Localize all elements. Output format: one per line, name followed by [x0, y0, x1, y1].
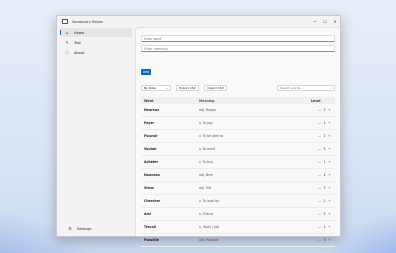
table-body: Heureux adj. Happy — 3 + Payer v. To pay…: [141, 104, 335, 247]
sidebar-item-label: Test: [74, 40, 81, 45]
level-cell: — 2 +: [287, 134, 335, 138]
level-cell: — 5 +: [287, 212, 335, 216]
level-cell: — 1 +: [287, 225, 335, 229]
word-cell: Pouvoir: [144, 134, 158, 138]
increment-level-button[interactable]: +: [327, 173, 332, 177]
sidebar-item-test[interactable]: ✎ Test: [60, 38, 132, 47]
header-meaning: Meaning: [199, 98, 215, 103]
main-content: Add By Date ⌄ Export CSV Import CSV Sear…: [135, 27, 340, 247]
word-cell: Ami: [144, 212, 151, 216]
word-cell: Acheter: [144, 160, 159, 164]
minimize-button[interactable]: —: [310, 16, 320, 27]
meaning-cell: adj. New: [199, 173, 213, 177]
vocabulary-table: Word Meaning Level Heureux adj. Happy — …: [141, 97, 335, 247]
table-row: Pouvoir v. To be able to — 2 +: [141, 130, 335, 143]
level-cell: — 1 +: [287, 160, 335, 164]
table-row: Payer v. To pay — 1 +: [141, 117, 335, 130]
increment-level-button[interactable]: +: [327, 199, 332, 203]
header-word: Word: [144, 98, 154, 103]
increment-level-button[interactable]: +: [327, 147, 332, 151]
level-cell: — 2 +: [287, 199, 335, 203]
search-icon: ⌕: [330, 85, 332, 90]
search-input[interactable]: Search words... ⌕: [277, 84, 335, 91]
home-icon: ⌂: [65, 30, 69, 35]
level-cell: — 5 +: [287, 147, 335, 151]
word-cell: Chercher: [144, 199, 161, 203]
increment-level-button[interactable]: +: [327, 134, 332, 138]
increment-level-button[interactable]: +: [327, 121, 332, 125]
table-row: Travail n. Work / Job — 1 +: [141, 221, 335, 234]
word-cell: Nouveau: [144, 173, 160, 177]
sidebar: ⌂ Home ✎ Test ⓘ About ⚙ Settings: [57, 27, 135, 236]
word-cell: Heureux: [144, 108, 160, 112]
level-cell: — 3 +: [287, 238, 335, 242]
sidebar-item-settings[interactable]: ⚙ Settings: [63, 224, 135, 233]
meaning-cell: v. To be able to: [199, 134, 224, 138]
sidebar-item-home[interactable]: ⌂ Home: [60, 28, 132, 37]
level-cell: — 3 +: [287, 108, 335, 112]
word-cell: Vouloir: [144, 147, 157, 151]
meaning-cell: adj. Possible: [199, 238, 219, 242]
meaning-cell: n. Friend: [199, 212, 213, 216]
word-cell: Possible: [144, 238, 159, 242]
app-window: Vocabulary Helper — ☐ ✕ ⌂ Home ✎ Test ⓘ …: [56, 15, 341, 247]
meaning-cell: v. To buy: [199, 160, 213, 164]
search-placeholder: Search words...: [280, 85, 304, 90]
gear-icon: ⚙: [68, 226, 72, 231]
sidebar-item-label: About: [74, 50, 85, 55]
increment-level-button[interactable]: +: [327, 186, 332, 190]
increment-level-button[interactable]: +: [327, 212, 332, 216]
import-csv-button[interactable]: Import CSV: [203, 84, 227, 91]
add-button[interactable]: Add: [141, 69, 151, 75]
increment-level-button[interactable]: +: [327, 108, 332, 112]
edit-icon: ✎: [65, 40, 69, 45]
increment-level-button[interactable]: +: [327, 238, 332, 242]
window-controls: — ☐ ✕: [310, 16, 340, 27]
word-input[interactable]: [142, 36, 334, 42]
sidebar-item-about[interactable]: ⓘ About: [60, 48, 132, 57]
meaning-cell: v. To want: [199, 147, 215, 151]
table-header: Word Meaning Level: [141, 97, 335, 104]
table-row: Vieux adj. Old — 3 +: [141, 182, 335, 195]
table-row: Chercher v. To look for — 2 +: [141, 195, 335, 208]
meaning-field-container: [141, 45, 335, 52]
window-title: Vocabulary Helper: [72, 19, 104, 24]
chevron-down-icon: ⌄: [165, 85, 168, 90]
sort-dropdown[interactable]: By Date ⌄: [141, 84, 171, 91]
info-icon: ⓘ: [65, 49, 69, 55]
word-cell: Travail: [144, 225, 156, 229]
level-cell: — 4 +: [287, 173, 335, 177]
meaning-cell: adj. Happy: [199, 108, 217, 112]
increment-level-button[interactable]: +: [327, 225, 332, 229]
maximize-button[interactable]: ☐: [320, 16, 330, 27]
level-cell: — 3 +: [287, 186, 335, 190]
word-field-container: [141, 35, 335, 42]
table-row: Acheter v. To buy — 1 +: [141, 156, 335, 169]
close-button[interactable]: ✕: [330, 16, 340, 27]
table-row: Possible adj. Possible — 3 +: [141, 234, 335, 247]
title-bar[interactable]: Vocabulary Helper — ☐ ✕: [57, 16, 340, 27]
export-csv-button[interactable]: Export CSV: [176, 84, 199, 91]
toolbar: By Date ⌄ Export CSV Import CSV Search w…: [141, 84, 335, 91]
table-row: Ami n. Friend — 5 +: [141, 208, 335, 221]
level-cell: — 1 +: [287, 121, 335, 125]
table-row: Heureux adj. Happy — 3 +: [141, 104, 335, 117]
meaning-cell: adj. Old: [199, 186, 212, 190]
word-cell: Payer: [144, 121, 155, 125]
meaning-cell: n. Work / Job: [199, 225, 220, 229]
app-icon: [62, 19, 68, 24]
sidebar-item-label: Home: [74, 30, 85, 35]
increment-level-button[interactable]: +: [327, 160, 332, 164]
table-row: Vouloir v. To want — 5 +: [141, 143, 335, 156]
header-level: Level: [311, 98, 321, 103]
meaning-cell: v. To pay: [199, 121, 213, 125]
word-cell: Vieux: [144, 186, 154, 190]
sort-value: By Date: [144, 85, 156, 90]
meaning-cell: v. To look for: [199, 199, 220, 203]
sidebar-item-label: Settings: [77, 226, 92, 231]
meaning-input[interactable]: [142, 46, 334, 52]
table-row: Nouveau adj. New — 4 +: [141, 169, 335, 182]
